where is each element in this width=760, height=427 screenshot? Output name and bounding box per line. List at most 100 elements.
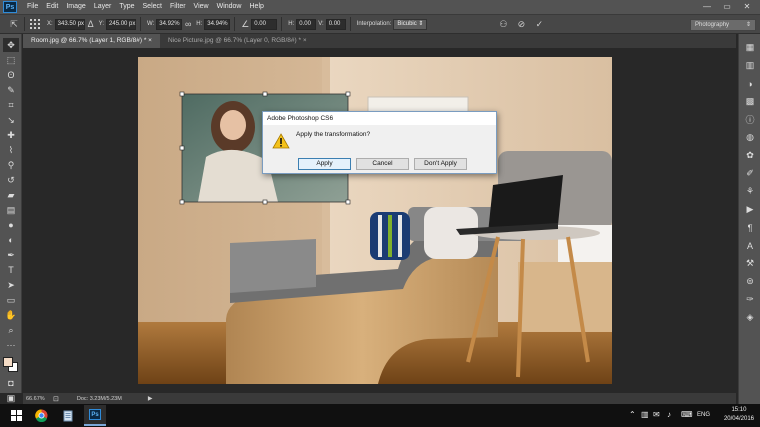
zoom-tool-icon[interactable]: ⌕ xyxy=(3,323,19,337)
menu-layer[interactable]: Layer xyxy=(94,0,112,14)
workspace-select[interactable]: Photography ⇕ xyxy=(690,19,756,31)
quick-select-tool-icon[interactable]: ✎ xyxy=(3,83,19,97)
keyboard-icon[interactable]: ⌨ xyxy=(681,410,693,419)
interpolation-select[interactable]: Bicubic ⇕ xyxy=(393,18,428,30)
blur-tool-icon[interactable]: ● xyxy=(3,218,19,232)
more-tools-icon[interactable]: ··· xyxy=(3,338,19,352)
history-panel-icon[interactable]: ▦ xyxy=(742,40,758,55)
message-icon[interactable]: ✉ xyxy=(653,410,660,419)
type-tool-icon[interactable]: T xyxy=(3,263,19,277)
chrome-taskbar-button[interactable] xyxy=(30,405,52,426)
document-canvas[interactable] xyxy=(138,57,612,384)
warp-icon[interactable]: ⚇ xyxy=(497,18,509,30)
swatches-panel-icon[interactable]: ▩ xyxy=(742,94,758,109)
width-percent-field[interactable]: 34.92% xyxy=(156,18,183,30)
show-hidden-icons-icon[interactable]: ⌃ xyxy=(629,410,636,419)
zoom-level[interactable]: 66.67% xyxy=(23,396,53,402)
start-button[interactable] xyxy=(5,405,27,426)
commit-transform-icon[interactable]: ✓ xyxy=(533,18,545,30)
horizontal-skew-field[interactable]: 0.00 xyxy=(296,18,317,30)
move-tool-icon[interactable]: ✥ xyxy=(3,38,19,52)
dont-apply-button[interactable]: Don't Apply xyxy=(414,158,467,170)
menu-help[interactable]: Help xyxy=(250,0,264,14)
vertical-skew-field[interactable]: 0.00 xyxy=(325,18,346,30)
canvas-area[interactable] xyxy=(23,48,736,393)
styles-panel-icon[interactable]: ✿ xyxy=(742,148,758,163)
dodge-tool-icon[interactable]: ◐ xyxy=(3,233,19,247)
network-icon[interactable]: ▥ xyxy=(641,410,649,419)
reference-point-icon[interactable] xyxy=(29,18,41,30)
clone-source-panel-icon[interactable]: ⚘ xyxy=(742,184,758,199)
delta-icon[interactable]: Δ xyxy=(85,18,97,30)
clone-stamp-tool-icon[interactable]: ⚲ xyxy=(3,158,19,172)
gradient-tool-icon[interactable]: ▤ xyxy=(3,203,19,217)
close-button[interactable]: ✕ xyxy=(737,1,757,12)
healing-brush-tool-icon[interactable]: ✚ xyxy=(3,128,19,142)
menu-filter[interactable]: Filter xyxy=(170,0,186,14)
maximize-button[interactable]: ▭ xyxy=(717,1,737,12)
interpolation-label: Interpolation: xyxy=(356,21,392,27)
language-indicator[interactable]: ENG xyxy=(697,412,710,418)
paragraph-panel-icon[interactable]: ¶ xyxy=(742,220,758,235)
screen-mode-icon[interactable]: ▣ xyxy=(3,391,19,405)
history-brush-tool-icon[interactable]: ↺ xyxy=(3,173,19,187)
tool-preset-icon[interactable]: ⇱ xyxy=(8,18,20,30)
menu-edit[interactable]: Edit xyxy=(46,0,58,14)
status-menu-arrow-icon[interactable]: ▶ xyxy=(148,395,153,402)
v-skew-label: V: xyxy=(318,21,324,27)
close-icon[interactable]: × xyxy=(303,37,307,44)
brush-panel-icon[interactable]: ✐ xyxy=(742,166,758,181)
link-icon[interactable]: ∞ xyxy=(182,18,194,30)
marquee-tool-icon[interactable]: ⬚ xyxy=(3,53,19,67)
options-bar: ⇱ X: 343.50 px Δ Y: 245.00 px W: 34.92% … xyxy=(0,14,760,34)
tools-panel: ✥ ⬚ ʘ ✎ ⌗ ↘ ✚ ⌇ ⚲ ↺ ▰ ▤ ● ◐ ✒ T ➤ ▭ ✋ ⌕ … xyxy=(0,34,22,403)
cancel-button[interactable]: Cancel xyxy=(356,158,409,170)
color-swatches xyxy=(0,354,21,376)
path-selection-tool-icon[interactable]: ➤ xyxy=(3,278,19,292)
adjustments-panel-icon[interactable]: ◍ xyxy=(742,130,758,145)
paths-panel-icon[interactable]: ✑ xyxy=(742,292,758,307)
clock[interactable]: 15:10 20/04/2016 xyxy=(724,406,754,424)
quick-mask-icon[interactable]: ◘ xyxy=(3,376,19,390)
x-position-field[interactable]: 343.50 px xyxy=(54,18,85,30)
rotation-field[interactable]: 0.00 xyxy=(251,18,278,30)
minimize-button[interactable]: — xyxy=(697,1,717,12)
file-explorer-taskbar-button[interactable] xyxy=(57,405,79,426)
brush-tool-icon[interactable]: ⌇ xyxy=(3,143,19,157)
y-position-field[interactable]: 245.00 px xyxy=(106,18,137,30)
eyedropper-tool-icon[interactable]: ↘ xyxy=(3,113,19,127)
menu-view[interactable]: View xyxy=(194,0,209,14)
character-panel-icon[interactable]: A xyxy=(742,238,758,253)
volume-icon[interactable]: ♪ xyxy=(667,410,671,419)
apply-transformation-dialog: Adobe Photoshop CS6 Apply the transforma… xyxy=(262,111,497,174)
shape-tool-icon[interactable]: ▭ xyxy=(3,293,19,307)
height-percent-field[interactable]: 34.94% xyxy=(204,18,231,30)
info-panel-icon[interactable]: ⓘ xyxy=(742,112,758,127)
close-icon[interactable]: × xyxy=(148,37,152,44)
hand-tool-icon[interactable]: ✋ xyxy=(3,308,19,322)
menu-window[interactable]: Window xyxy=(217,0,242,14)
channels-panel-icon[interactable]: ⊜ xyxy=(742,274,758,289)
actions-panel-icon[interactable]: ▶ xyxy=(742,202,758,217)
layers-panel-icon[interactable]: ◈ xyxy=(742,310,758,325)
separator xyxy=(281,17,283,31)
color-panel-icon[interactable]: ◑ xyxy=(742,76,758,91)
menu-type[interactable]: Type xyxy=(119,0,134,14)
foreground-color-swatch[interactable] xyxy=(3,357,13,367)
apply-button[interactable]: Apply xyxy=(298,158,351,170)
lasso-tool-icon[interactable]: ʘ xyxy=(3,68,19,82)
eraser-tool-icon[interactable]: ▰ xyxy=(3,188,19,202)
pen-tool-icon[interactable]: ✒ xyxy=(3,248,19,262)
dialog-message: Apply the transformation? xyxy=(296,131,371,138)
menu-select[interactable]: Select xyxy=(143,0,162,14)
photoshop-taskbar-button[interactable]: Ps xyxy=(84,405,106,426)
histogram-panel-icon[interactable]: ▥ xyxy=(742,58,758,73)
tab-label: Room.jpg @ 66.7% (Layer 1, RGB/8#) * xyxy=(31,37,147,44)
tab-nice-picture[interactable]: Nice Picture.jpg @ 66.7% (Layer 0, RGB/8… xyxy=(159,34,315,48)
menu-file[interactable]: File xyxy=(27,0,38,14)
cancel-transform-icon[interactable]: ⊘ xyxy=(515,18,527,30)
tool-presets-panel-icon[interactable]: ⚒ xyxy=(742,256,758,271)
crop-tool-icon[interactable]: ⌗ xyxy=(3,98,19,112)
tab-room[interactable]: Room.jpg @ 66.7% (Layer 1, RGB/8#) * × xyxy=(23,34,160,48)
menu-image[interactable]: Image xyxy=(66,0,85,14)
